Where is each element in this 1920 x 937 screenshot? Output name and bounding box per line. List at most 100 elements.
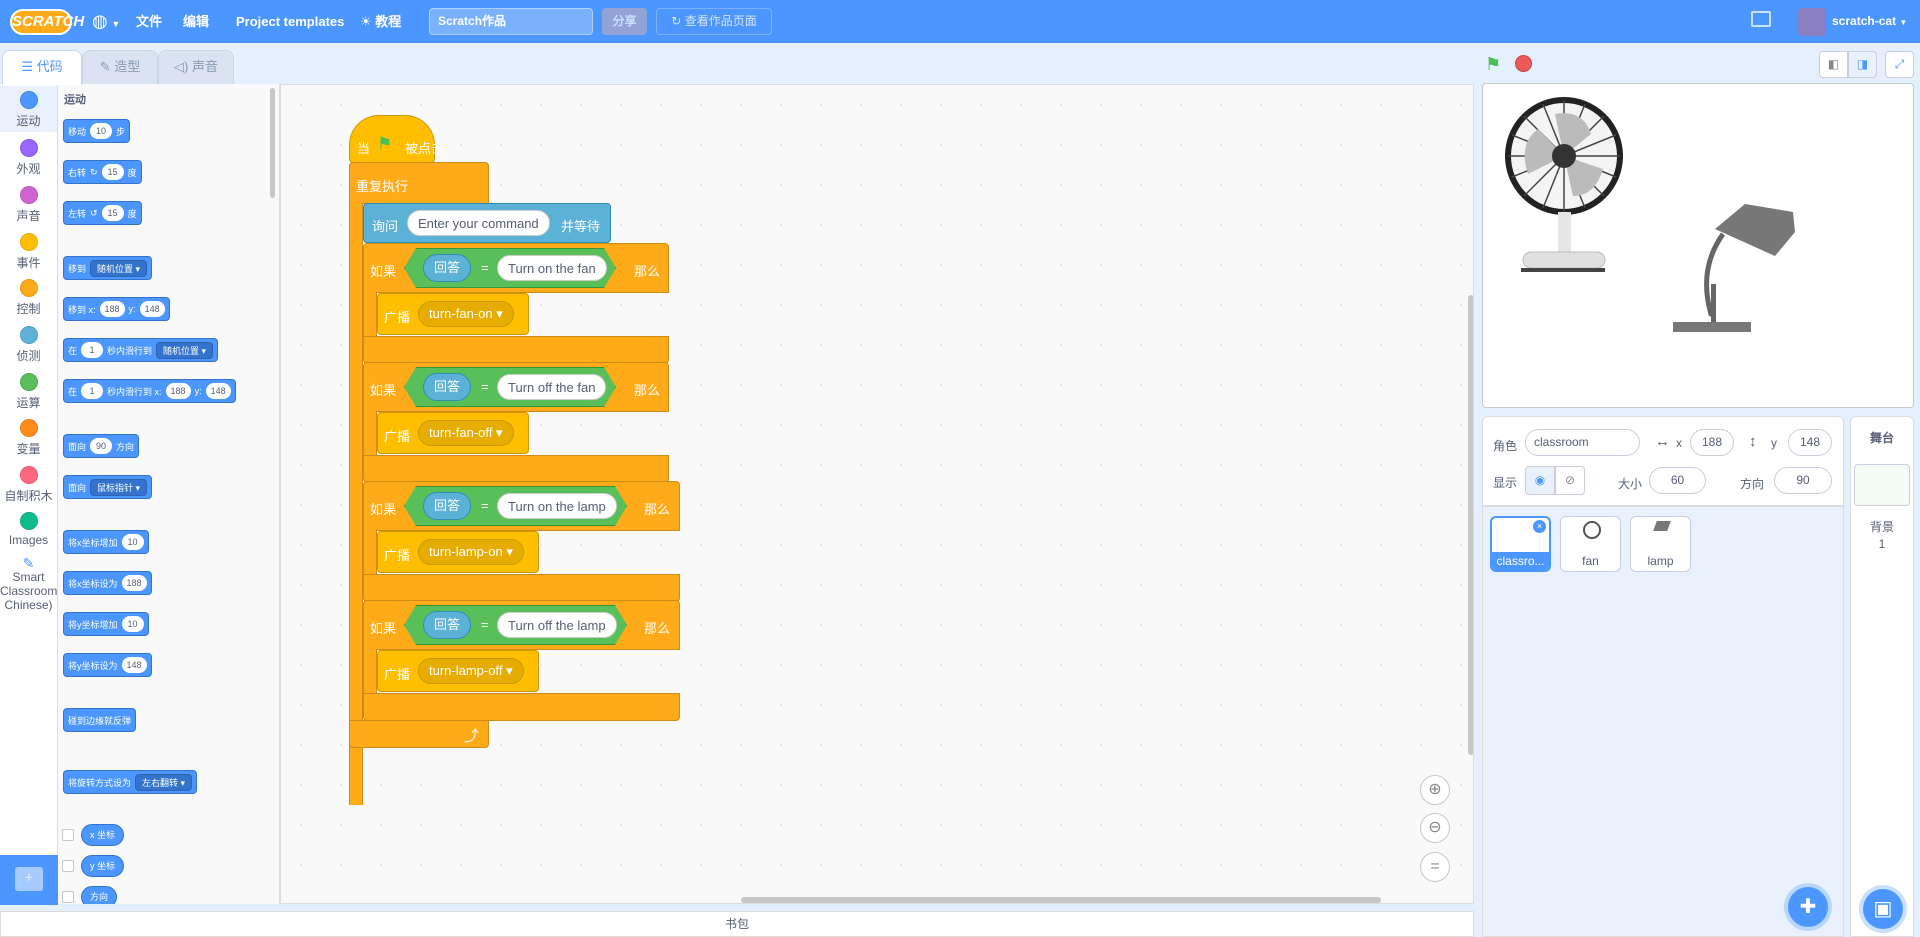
if-block-header[interactable]: 如果 回答 = Turn on the lamp 那么 <box>363 481 680 531</box>
size-input[interactable]: 60 <box>1649 467 1706 494</box>
stage-selector-panel[interactable]: 舞台 背景 1 ▣ <box>1850 416 1914 937</box>
block-input[interactable]: 10 <box>121 616 144 632</box>
category-sound[interactable]: 声音 <box>0 181 57 227</box>
backpack[interactable]: 书包 <box>0 911 1474 937</box>
broadcast-block[interactable]: 广播 turn-lamp-on ▾ <box>377 531 539 573</box>
add-sprite-button[interactable]: ✚ <box>1788 887 1828 927</box>
category-motion[interactable]: 运动 <box>0 86 57 132</box>
direction-input[interactable]: 90 <box>1774 467 1832 494</box>
tab-code[interactable]: ☰ 代码 <box>2 50 82 85</box>
category-sensing[interactable]: 侦测 <box>0 321 57 367</box>
zoom-reset-button[interactable]: = <box>1420 852 1450 882</box>
block-input[interactable]: 15 <box>101 164 124 180</box>
if-block-header[interactable]: 如果 回答 = Turn on the fan 那么 <box>363 243 669 293</box>
hide-sprite-button[interactable]: ⊘ <box>1555 466 1585 495</box>
sprite-name-input[interactable]: classroom <box>1525 429 1640 456</box>
avatar[interactable] <box>1798 8 1826 36</box>
equals-operator[interactable]: 回答 = Turn on the fan <box>404 248 616 288</box>
block-point-direction[interactable]: 面向 90 方向 <box>63 434 140 458</box>
compare-value-input[interactable]: Turn off the fan <box>497 374 606 400</box>
block-dropdown[interactable]: 随机位置 ▾ <box>90 259 148 277</box>
block-input[interactable]: 1 <box>81 342 104 358</box>
answer-reporter[interactable]: 回答 <box>423 373 471 401</box>
file-menu[interactable]: 文件 <box>136 0 162 43</box>
equals-operator[interactable]: 回答 = Turn off the fan <box>404 367 616 407</box>
delete-sprite-icon[interactable]: × <box>1533 520 1546 533</box>
y-position-input[interactable]: 148 <box>1788 429 1832 456</box>
category-smart-classroom[interactable]: ✎ Smart Classroom Chinese) <box>0 552 57 632</box>
checkbox-y-position[interactable] <box>62 860 74 872</box>
block-input[interactable]: 90 <box>90 438 113 454</box>
equals-operator[interactable]: 回答 = Turn on the lamp <box>404 486 627 526</box>
reporter-x-position[interactable]: x 坐标 <box>81 824 125 846</box>
project-templates-menu[interactable]: Project templates <box>236 0 344 43</box>
when-flag-clicked-block[interactable]: 当 ⚑ 被点击 <box>349 115 444 163</box>
block-input[interactable]: 148 <box>139 301 165 317</box>
ask-question-input[interactable]: Enter your command <box>407 210 550 236</box>
category-looks[interactable]: 外观 <box>0 134 57 180</box>
language-menu[interactable]: ◍ ▼ <box>92 0 120 43</box>
block-rotation-style[interactable]: 将旋转方式设为 左右翻转 ▾ <box>63 770 198 794</box>
block-goto[interactable]: 移到 随机位置 ▾ <box>63 256 153 280</box>
tutorials-button[interactable]: ☀ 教程 <box>360 0 401 43</box>
category-control[interactable]: 控制 <box>0 274 57 320</box>
fan-sprite[interactable] <box>1505 97 1623 272</box>
block-bounce[interactable]: 碰到边缘就反弹 <box>63 708 137 732</box>
tab-costumes[interactable]: ✎ 造型 <box>82 50 158 84</box>
block-input[interactable]: 188 <box>99 301 125 317</box>
ask-and-wait-block[interactable]: 询问 Enter your command 并等待 <box>363 203 611 243</box>
broadcast-block[interactable]: 广播 turn-lamp-off ▾ <box>377 650 539 692</box>
see-project-page-button[interactable]: ↻ 查看作品页面 <box>656 8 772 35</box>
zoom-out-button[interactable]: ⊖ <box>1420 813 1450 843</box>
normal-stage-button[interactable]: ◨ <box>1848 51 1877 78</box>
add-backdrop-button[interactable]: ▣ <box>1863 889 1903 929</box>
green-flag-button[interactable]: ⚑ <box>1485 54 1501 75</box>
answer-reporter[interactable]: 回答 <box>423 611 471 639</box>
fullscreen-button[interactable]: ⤢ <box>1885 51 1914 78</box>
block-input[interactable]: 188 <box>121 575 147 591</box>
tab-sounds[interactable]: ◁) 声音 <box>158 50 234 84</box>
block-dropdown[interactable]: 鼠标指针 ▾ <box>90 478 148 496</box>
block-turn-left[interactable]: 左转 ↺ 15 度 <box>63 201 142 225</box>
sprite-thumb-classroom[interactable]: × classro... <box>1490 516 1551 572</box>
answer-reporter[interactable]: 回答 <box>423 254 471 282</box>
reporter-direction[interactable]: 方向 <box>81 886 118 904</box>
project-title-input[interactable]: Scratch作品 <box>429 8 593 35</box>
add-extension-button[interactable]: ＋ <box>0 855 58 905</box>
block-input[interactable]: 15 <box>101 205 124 221</box>
scratch-logo[interactable]: SCRATCH <box>10 9 84 35</box>
broadcast-message-dropdown[interactable]: turn-fan-off ▾ <box>418 420 514 446</box>
folder-icon[interactable] <box>1751 11 1771 27</box>
block-change-y[interactable]: 将y坐标增加 10 <box>63 612 149 636</box>
share-button[interactable]: 分享 <box>602 8 647 35</box>
zoom-in-button[interactable]: ⊕ <box>1420 775 1450 805</box>
compare-value-input[interactable]: Turn on the fan <box>497 255 607 281</box>
x-position-input[interactable]: 188 <box>1690 429 1734 456</box>
edit-menu[interactable]: 编辑 <box>183 0 209 43</box>
block-dropdown[interactable]: 随机位置 ▾ <box>156 341 214 359</box>
compare-value-input[interactable]: Turn off the lamp <box>497 612 617 638</box>
category-variables[interactable]: 变量 <box>0 414 57 460</box>
if-block-header[interactable]: 如果 回答 = Turn off the fan 那么 <box>363 362 669 412</box>
workspace-horizontal-scrollbar[interactable] <box>741 897 1381 903</box>
if-block-header[interactable]: 如果 回答 = Turn off the lamp 那么 <box>363 600 680 650</box>
checkbox-direction[interactable] <box>62 891 74 903</box>
block-input[interactable]: 10 <box>90 123 113 139</box>
compare-value-input[interactable]: Turn on the lamp <box>497 493 617 519</box>
block-change-x[interactable]: 将x坐标增加 10 <box>63 530 149 554</box>
block-move-steps[interactable]: 移动 10 步 <box>63 119 131 143</box>
block-point-towards[interactable]: 面向 鼠标指针 ▾ <box>63 475 153 499</box>
category-operators[interactable]: 运算 <box>0 368 57 414</box>
broadcast-message-dropdown[interactable]: turn-fan-on ▾ <box>418 301 514 327</box>
small-stage-button[interactable]: ◧ <box>1819 51 1848 78</box>
broadcast-block[interactable]: 广播 turn-fan-off ▾ <box>377 412 529 454</box>
palette-scrollbar[interactable] <box>270 88 275 198</box>
block-glide[interactable]: 在 1 秒内滑行到 随机位置 ▾ <box>63 338 219 362</box>
answer-reporter[interactable]: 回答 <box>423 492 471 520</box>
block-input[interactable]: 10 <box>121 534 144 550</box>
forever-block[interactable]: 重复执行 <box>349 162 489 204</box>
block-input[interactable]: 188 <box>165 383 191 399</box>
reporter-y-position[interactable]: y 坐标 <box>81 855 125 877</box>
category-my-blocks[interactable]: 自制积木 <box>0 461 57 507</box>
category-events[interactable]: 事件 <box>0 228 57 274</box>
